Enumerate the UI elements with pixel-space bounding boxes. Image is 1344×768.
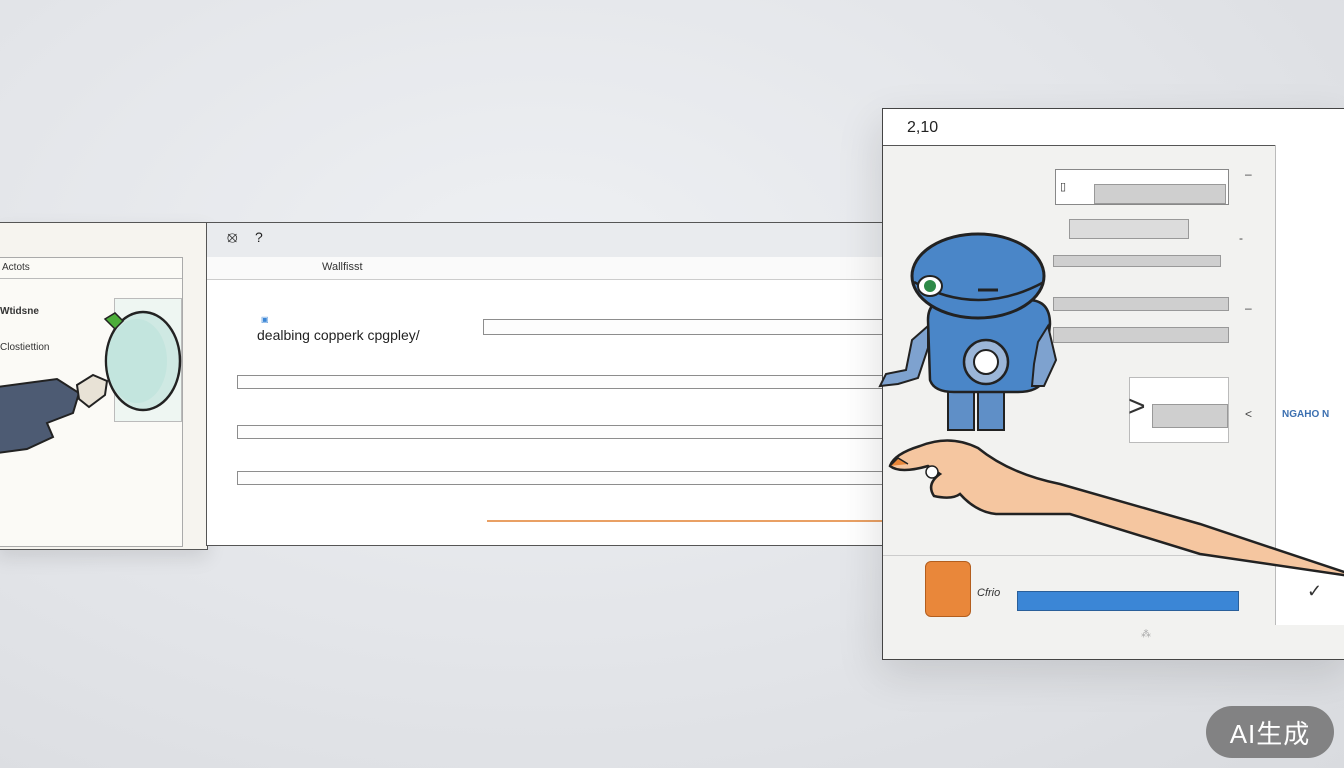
file-icon: ▯: [1060, 181, 1067, 193]
dialog-field-5[interactable]: [1053, 327, 1229, 343]
input-field-1[interactable]: [237, 375, 903, 389]
dialog-titlebar: 2,10: [883, 109, 1344, 146]
app-logo-icon[interactable]: ⦻: [227, 229, 238, 247]
dialog-title: 2,10: [907, 119, 939, 136]
progress-bar: [1017, 591, 1239, 611]
dash-marker-3: –: [1245, 301, 1252, 315]
main-window-titlebar: ⦻ ?: [207, 223, 905, 258]
hand-illustration: [888, 439, 1344, 577]
tab-strip: Wallfisst: [207, 257, 905, 280]
bottom-label: Cfrio: [977, 587, 1001, 599]
dash-marker-2: -: [1239, 231, 1243, 245]
ai-badge-text: AI生成: [1229, 718, 1311, 749]
left-window: Actots Wtidsne Clostiettion: [0, 222, 208, 550]
tab-wallfisst[interactable]: Wallfisst: [322, 261, 363, 273]
dash-marker-1: –: [1245, 167, 1252, 181]
ai-generated-badge: AI生成: [1206, 706, 1334, 758]
left-divider: [0, 278, 182, 279]
dialog-field-3[interactable]: [1053, 255, 1221, 267]
page-heading: dealbing copperk cpgpley/: [257, 327, 420, 343]
dialog-field-4[interactable]: [1053, 297, 1229, 311]
input-field-2[interactable]: [237, 425, 903, 439]
magnifier-illustration: [0, 310, 182, 454]
info-icon: ▣: [261, 315, 269, 324]
orange-divider: [487, 520, 897, 522]
heading-input[interactable]: [483, 319, 903, 335]
check-icon[interactable]: ✓: [1307, 581, 1322, 602]
input-field-3[interactable]: [237, 471, 903, 485]
main-window: ⦻ ? Wallfisst ▣ dealbing copperk cpgpley…: [206, 222, 906, 546]
footer-mark: ⁂: [1141, 629, 1151, 640]
dialog-field-2[interactable]: [1069, 219, 1189, 239]
dialog-field-1[interactable]: [1094, 184, 1226, 204]
dialog-row-1: ▯: [1055, 169, 1229, 205]
help-icon[interactable]: ?: [255, 229, 263, 245]
left-window-header: Actots: [2, 262, 30, 273]
